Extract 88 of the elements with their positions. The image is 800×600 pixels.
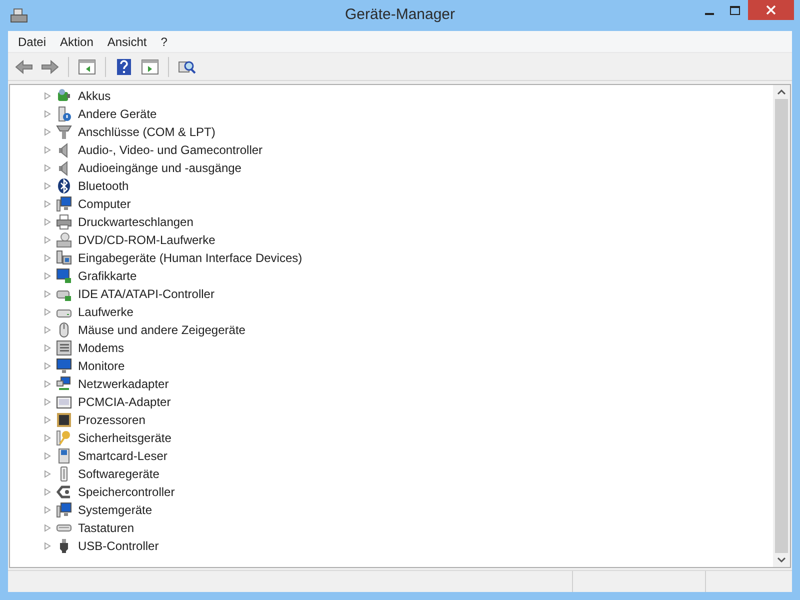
monitor-icon	[56, 358, 72, 374]
back-arrow-icon	[15, 60, 33, 74]
expand-arrow-icon[interactable]	[44, 146, 51, 154]
expand-arrow-icon[interactable]	[44, 416, 51, 424]
tree-item[interactable]: IDE ATA/ATAPI-Controller	[78, 285, 214, 303]
scrollbar-thumb[interactable]	[775, 99, 788, 553]
menu-item[interactable]: ?	[154, 32, 174, 50]
tree-item[interactable]: Speichercontroller	[78, 483, 175, 501]
bluetooth-icon	[56, 178, 72, 194]
expand-arrow-icon[interactable]	[44, 344, 51, 352]
tree-item[interactable]: Softwaregeräte	[78, 465, 160, 483]
expand-arrow-icon[interactable]	[44, 452, 51, 460]
tree-item[interactable]: Mäuse und andere Zeigegeräte	[78, 321, 246, 339]
expand-arrow-icon[interactable]	[44, 218, 51, 226]
input-device-icon	[56, 250, 72, 266]
expand-arrow-icon[interactable]	[44, 254, 51, 262]
tree-item[interactable]: Grafikkarte	[78, 267, 137, 285]
tree-item[interactable]: Tastaturen	[78, 519, 134, 537]
expand-arrow-icon[interactable]	[44, 398, 51, 406]
expand-arrow-icon[interactable]	[44, 434, 51, 442]
network-icon	[56, 376, 72, 392]
close-button[interactable]	[748, 0, 794, 20]
expand-arrow-icon[interactable]	[44, 92, 51, 100]
expand-arrow-icon[interactable]	[44, 326, 51, 334]
display-adapter-icon	[56, 268, 72, 284]
tree-item[interactable]: Eingabegeräte (Human Interface Devices)	[78, 249, 302, 267]
menu-item[interactable]: Aktion	[54, 32, 100, 50]
tree-item[interactable]: Computer	[78, 195, 131, 213]
device-manager-icon	[10, 8, 28, 24]
help-icon	[116, 58, 132, 76]
expand-arrow-icon[interactable]	[44, 272, 51, 280]
port-icon	[56, 124, 72, 140]
maximize-icon	[730, 6, 740, 14]
tree-item[interactable]: DVD/CD-ROM-Laufwerke	[78, 231, 216, 249]
scroll-up-icon[interactable]	[777, 89, 786, 95]
expand-arrow-icon[interactable]	[44, 524, 51, 532]
expand-arrow-icon[interactable]	[44, 542, 51, 550]
expand-arrow-icon[interactable]	[44, 308, 51, 316]
tree-item[interactable]: Druckwarteschlangen	[78, 213, 194, 231]
expand-arrow-icon[interactable]	[44, 362, 51, 370]
menu-item[interactable]: Datei	[12, 32, 52, 50]
tree-item[interactable]: Systemgeräte	[78, 501, 152, 519]
tree-item[interactable]: Andere Geräte	[78, 105, 157, 123]
expand-arrow-icon[interactable]	[44, 182, 51, 190]
tree-item[interactable]: Audioeingänge und -ausgänge	[78, 159, 242, 177]
computer-icon	[56, 196, 72, 212]
expand-arrow-icon[interactable]	[44, 110, 51, 118]
tree-pane-icon	[78, 58, 96, 74]
tree-item[interactable]: PCMCIA-Adapter	[78, 393, 171, 411]
key-icon	[56, 430, 72, 446]
window-title: Geräte-Manager	[344, 5, 456, 26]
tree-item[interactable]: Sicherheitsgeräte	[78, 429, 172, 447]
tree-item[interactable]: USB-Controller	[78, 537, 159, 555]
disc-drive-icon	[56, 232, 72, 248]
battery-icon	[56, 88, 72, 104]
tree-item[interactable]: Laufwerke	[78, 303, 134, 321]
expand-arrow-icon[interactable]	[44, 200, 51, 208]
tree-item[interactable]: Monitore	[78, 357, 125, 375]
expand-arrow-icon[interactable]	[44, 488, 51, 496]
printer-icon	[56, 214, 72, 230]
minimize-icon	[704, 12, 714, 14]
tree-item[interactable]: Smartcard-Leser	[78, 447, 168, 465]
expand-arrow-icon[interactable]	[44, 506, 51, 514]
expand-arrow-icon[interactable]	[44, 128, 51, 136]
tree-item[interactable]: Akkus	[78, 87, 111, 105]
card-reader-icon	[56, 448, 72, 464]
expand-arrow-icon[interactable]	[44, 380, 51, 388]
tree-item[interactable]: Anschlüsse (COM & LPT)	[78, 123, 216, 141]
scrollbar[interactable]	[773, 85, 790, 567]
modem-icon	[56, 340, 72, 356]
card-adapter-icon	[56, 394, 72, 410]
menu-item[interactable]: Ansicht	[101, 32, 153, 50]
computer-icon	[56, 502, 72, 518]
expand-arrow-icon[interactable]	[44, 470, 51, 478]
expand-arrow-icon[interactable]	[44, 236, 51, 244]
storage-controller-icon	[56, 484, 72, 500]
forward-arrow-icon	[41, 60, 59, 74]
expand-arrow-icon[interactable]	[44, 290, 51, 298]
tree-item[interactable]: Audio-, Video- und Gamecontroller	[78, 141, 263, 159]
expand-arrow-icon[interactable]	[44, 164, 51, 172]
tree-item[interactable]: Bluetooth	[78, 177, 129, 195]
tree-item[interactable]: Netzwerkadapter	[78, 375, 169, 393]
close-icon	[766, 5, 776, 15]
tree-item[interactable]: Modems	[78, 339, 124, 357]
tree-item[interactable]: Prozessoren	[78, 411, 146, 429]
scroll-down-icon[interactable]	[777, 557, 786, 563]
pane-icon	[141, 58, 159, 74]
chip-icon	[56, 412, 72, 428]
